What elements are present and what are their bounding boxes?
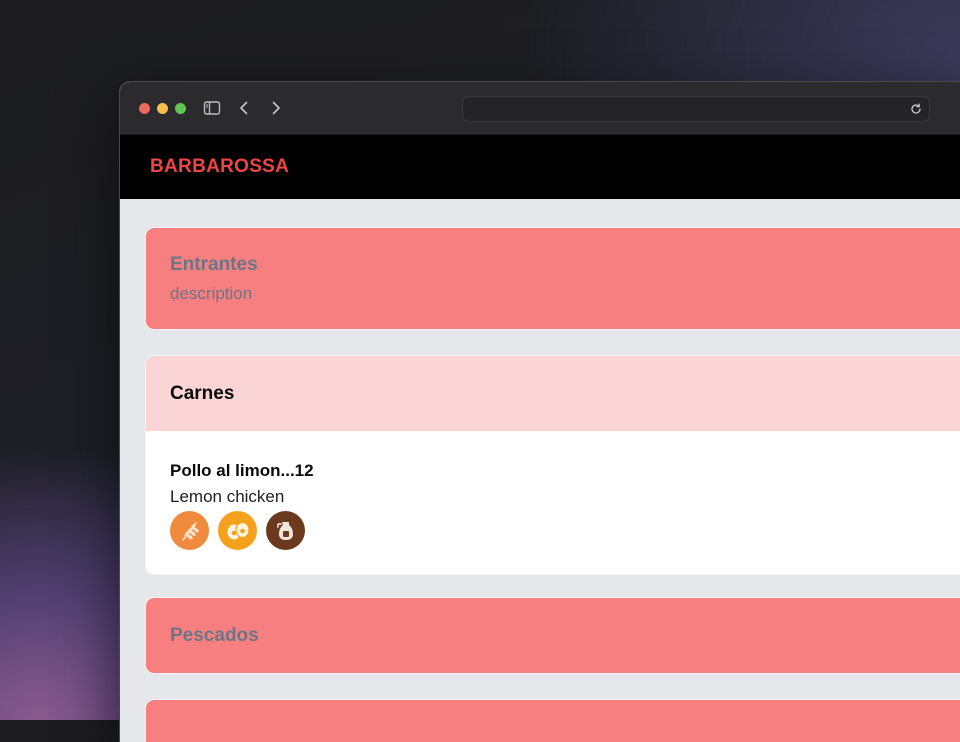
site-header: BARBAROSSA [120, 135, 960, 199]
address-bar[interactable] [462, 96, 930, 122]
section-items: Pollo al limon...12 Lemon chicken [146, 431, 960, 574]
browser-titlebar [120, 82, 960, 135]
section-carnes[interactable]: Carnes Pollo al limon...12 Lemon chicken [146, 356, 960, 574]
menu-item-title: Pollo al limon...12 [170, 461, 314, 480]
section-pescados[interactable]: Pescados [146, 598, 960, 673]
section-title: Entrantes [170, 253, 258, 275]
eggs-icon [218, 511, 257, 550]
browser-window: BARBAROSSA Entrantes description Carnes … [120, 82, 960, 742]
menu-item[interactable]: Pollo al limon...12 Lemon chicken [170, 461, 960, 550]
section-title: Carnes [170, 382, 235, 404]
section-next[interactable] [146, 700, 960, 742]
allergen-list [170, 511, 960, 550]
brand-logo[interactable]: BARBAROSSA [150, 156, 289, 178]
section-header[interactable] [146, 700, 960, 742]
gluten-icon [170, 511, 209, 550]
maximize-window-button[interactable] [175, 103, 186, 114]
forward-arrow-icon[interactable] [266, 98, 286, 118]
sidebar-toggle-icon[interactable] [202, 98, 222, 118]
section-header[interactable]: Pescados [146, 598, 960, 673]
section-header[interactable]: Carnes [146, 356, 960, 431]
milk-icon [266, 511, 305, 550]
back-arrow-icon[interactable] [234, 98, 254, 118]
section-header[interactable]: Entrantes description [146, 228, 960, 329]
section-title: Pescados [170, 624, 259, 646]
minimize-window-button[interactable] [157, 103, 168, 114]
menu-item-description: Lemon chicken [170, 487, 285, 506]
close-window-button[interactable] [139, 103, 150, 114]
section-entrantes[interactable]: Entrantes description [146, 228, 960, 329]
section-description: description [170, 283, 253, 303]
reload-icon[interactable] [909, 102, 923, 116]
